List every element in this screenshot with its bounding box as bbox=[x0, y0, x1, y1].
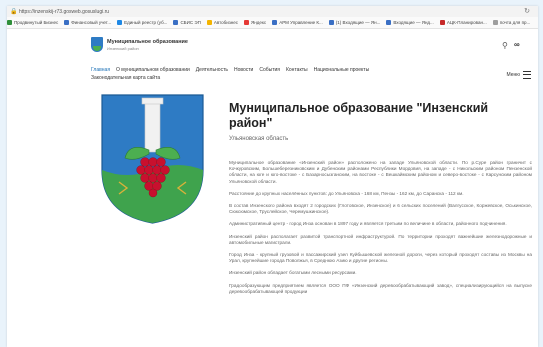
bookmark-favicon-icon bbox=[7, 20, 12, 25]
bookmark-favicon-icon bbox=[173, 20, 179, 25]
article-paragraph: Муниципальное образование «Инзенский рай… bbox=[229, 160, 532, 184]
site-subtitle: Инзенский район bbox=[107, 46, 139, 51]
address-bar[interactable]: 🔒 https://inzenskij-r73.gosweb.gosuslugi… bbox=[7, 6, 538, 17]
search-icon[interactable]: ⚲ bbox=[502, 41, 508, 50]
bookmark-label: СБИС ЭП bbox=[180, 20, 201, 25]
reload-icon[interactable]: ↻ bbox=[524, 7, 530, 15]
bookmark-item[interactable]: АРМ Управление К... bbox=[272, 20, 323, 25]
coat-of-arms bbox=[101, 94, 204, 224]
bookmark-label: Единый реестр (уб... bbox=[124, 20, 168, 25]
nav-item[interactable]: Главная bbox=[91, 67, 110, 73]
page-title: Муниципальное образование "Инзенский рай… bbox=[229, 101, 489, 130]
menu-button[interactable]: Меню bbox=[506, 71, 531, 79]
site-logo[interactable] bbox=[91, 37, 103, 52]
bookmark-item[interactable]: Входящие — Янд... bbox=[386, 20, 434, 25]
nav-item[interactable]: Деятельность bbox=[196, 67, 228, 73]
main-navigation: Главная О муниципальном образовании Деятел… bbox=[91, 65, 531, 87]
bookmark-item[interactable]: Автобизнес bbox=[206, 20, 239, 25]
article-paragraph: В состав Инзенского района входят 2 горо… bbox=[229, 203, 532, 215]
column bbox=[144, 101, 161, 153]
bookmark-favicon-icon bbox=[439, 20, 445, 25]
article-paragraph: Расстояние до крупных населённых пунктов… bbox=[229, 190, 464, 196]
nav-item[interactable]: События bbox=[259, 67, 280, 73]
article-paragraph: Город Инза - крупный грузовой и пассажир… bbox=[229, 252, 532, 264]
bookmark-item[interactable]: Финансовый учет... bbox=[64, 20, 111, 25]
bookmark-item[interactable]: почта для пр... bbox=[492, 20, 531, 25]
bookmark-item[interactable]: Продвинутый Бизнес bbox=[7, 20, 58, 25]
article-paragraph: Административный центр - город Инза осно… bbox=[229, 221, 507, 227]
nav-item[interactable]: Национальные проекты bbox=[314, 67, 370, 73]
accessibility-glasses-icon[interactable]: ∞ bbox=[514, 40, 520, 49]
article-paragraph: Инзенский район располагает развитой тра… bbox=[229, 233, 532, 245]
article-paragraph: Инзенский район обладает богатыми лесным… bbox=[229, 270, 357, 276]
browser-window: 🔒 https://inzenskij-r73.gosweb.gosuslugi… bbox=[7, 6, 538, 347]
bookmark-item[interactable]: АЦК-Планирован... bbox=[439, 20, 487, 25]
article-body: Муниципальное образование «Инзенский рай… bbox=[229, 160, 532, 301]
url-text[interactable]: https://inzenskij-r73.gosweb.gosuslugi.r… bbox=[19, 9, 109, 15]
bookmark-favicon-icon bbox=[272, 20, 278, 25]
bookmark-favicon-icon bbox=[117, 20, 123, 25]
bookmark-label: АРМ Управление К... bbox=[279, 20, 323, 25]
bookmark-label: Продвинутый Бизнес bbox=[14, 20, 59, 25]
article-paragraph: Градообразующим предприятием является ОО… bbox=[229, 282, 532, 294]
bookmark-favicon-icon bbox=[386, 20, 392, 25]
bookmark-item[interactable]: Единый реестр (уб... bbox=[117, 20, 167, 25]
bookmark-label: почта для пр... bbox=[499, 20, 531, 25]
bookmark-label: Автобизнес bbox=[213, 20, 239, 25]
bookmarks-bar: Продвинутый Бизнес Финансовый учет... Един… bbox=[7, 17, 538, 29]
nav-item[interactable]: Контакты bbox=[286, 67, 308, 73]
bookmark-favicon-icon bbox=[492, 20, 498, 25]
site-header: Муниципальное образование Инзенский райо… bbox=[7, 29, 538, 65]
site-title[interactable]: Муниципальное образование bbox=[107, 39, 188, 45]
bookmark-label: Финансовый учет... bbox=[71, 20, 112, 25]
bookmark-item[interactable]: СБИС ЭП bbox=[173, 20, 201, 25]
bookmark-favicon-icon bbox=[244, 20, 250, 25]
bookmark-item[interactable]: Яндекс bbox=[244, 20, 266, 25]
bookmark-favicon-icon bbox=[206, 20, 212, 25]
nav-item[interactable]: Новости bbox=[234, 67, 253, 73]
nav-item-sitemap[interactable]: Законодательная карта сайта bbox=[91, 75, 531, 81]
lock-icon: 🔒 bbox=[10, 8, 18, 15]
bookmark-favicon-icon bbox=[64, 20, 70, 25]
hamburger-icon bbox=[523, 71, 531, 79]
nav-row: Главная О муниципальном образовании Деятел… bbox=[91, 65, 531, 74]
nav-item[interactable]: О муниципальном образовании bbox=[116, 67, 190, 73]
bookmark-label: (1) Входящие — Ян... bbox=[335, 20, 381, 25]
menu-label: Меню bbox=[506, 72, 520, 78]
bookmark-label: АЦК-Планирован... bbox=[446, 20, 487, 25]
bookmark-favicon-icon bbox=[328, 20, 334, 25]
bookmark-label: Входящие — Янд... bbox=[393, 20, 434, 25]
region-label: Ульяновская область bbox=[229, 136, 289, 142]
bookmark-label: Яндекс bbox=[251, 20, 267, 25]
bookmark-item[interactable]: (1) Входящие — Ян... bbox=[328, 20, 381, 25]
